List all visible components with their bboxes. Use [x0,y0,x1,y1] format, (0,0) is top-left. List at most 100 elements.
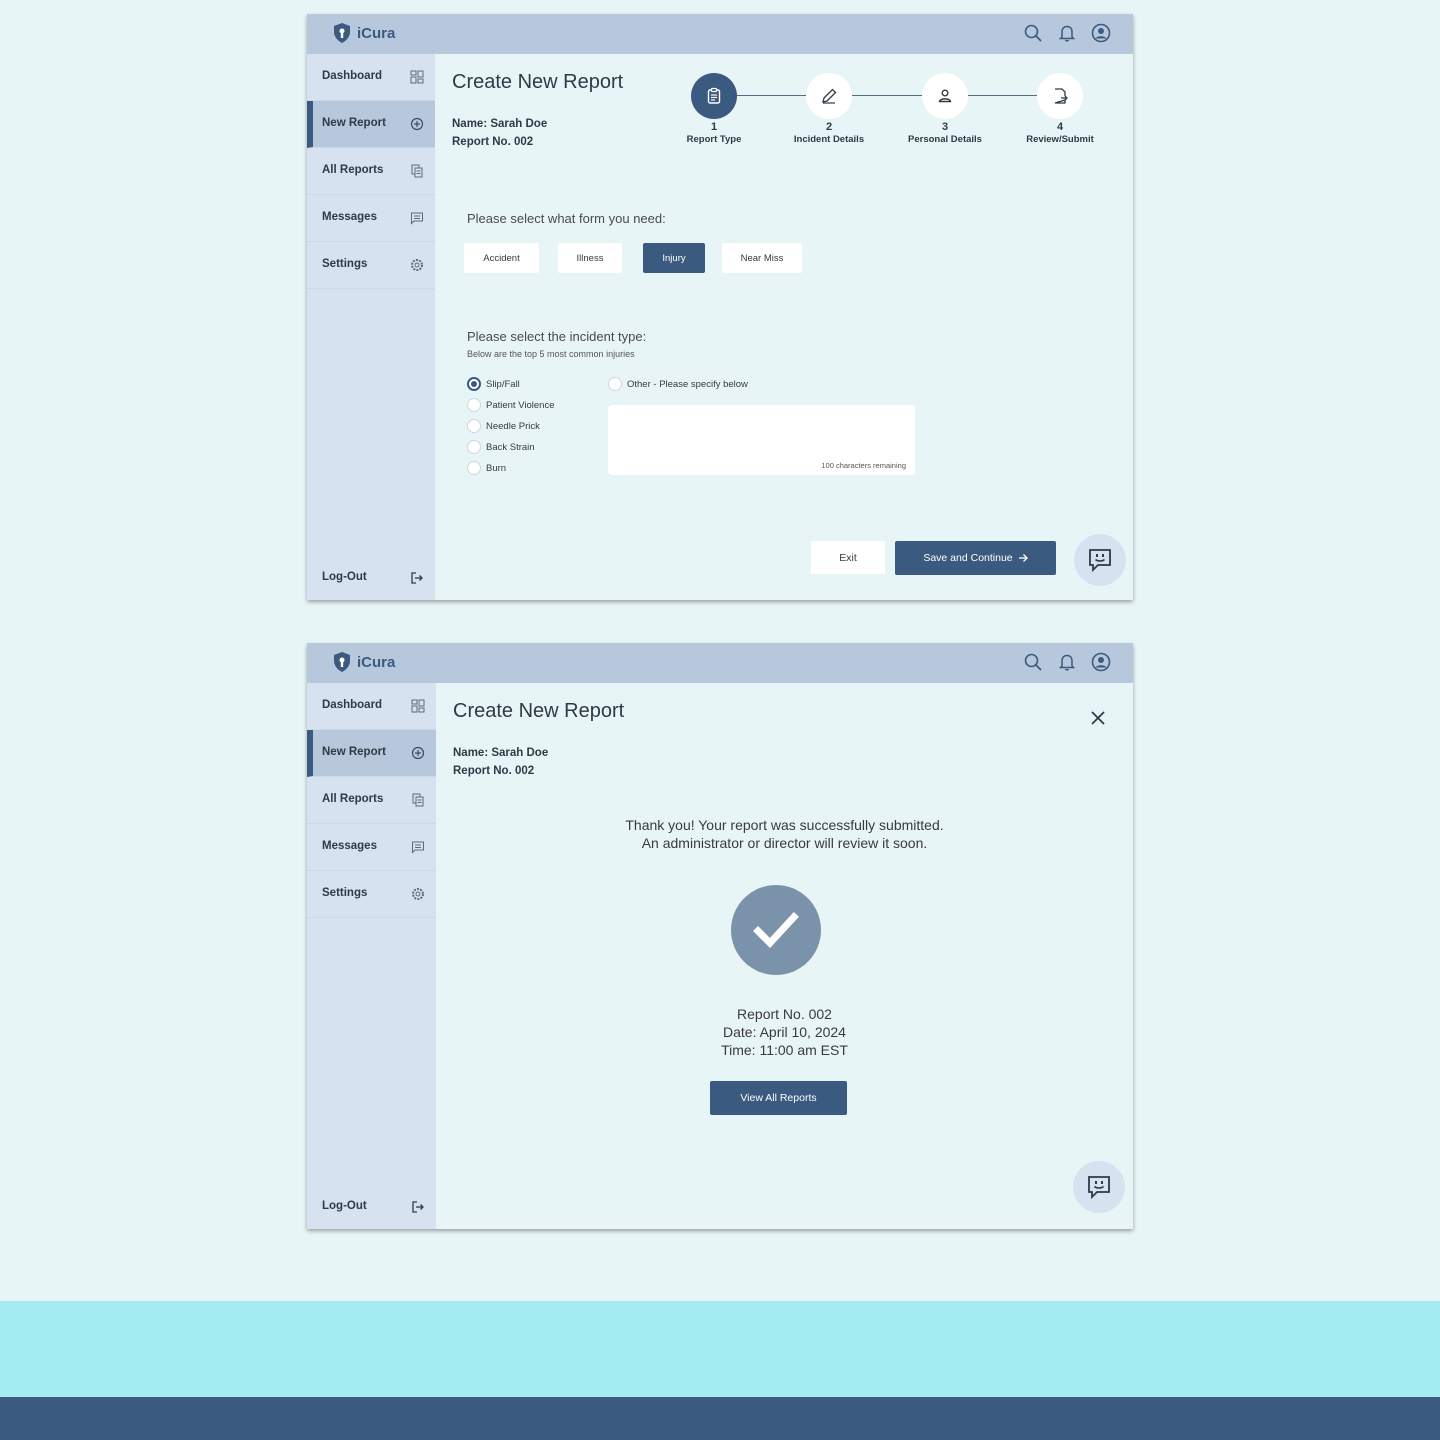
plus-circle-icon [410,117,424,131]
incident-type-question: Please select the incident type: [467,329,647,344]
radio-button[interactable] [467,377,481,391]
logout-label: Log-Out [322,571,367,583]
other-specify-textarea[interactable]: 100 characters remaining [608,405,915,475]
form-option-accident[interactable]: Accident [464,243,539,273]
form-option-illness[interactable]: Illness [558,243,622,273]
step-report-type[interactable]: 1 Report Type [664,73,764,145]
dashboard-icon [410,70,424,84]
radio-slip-fall[interactable]: Slip/Fall [467,377,520,391]
arrow-right-icon [1018,554,1028,562]
clipboard-icon [707,87,721,104]
bell-icon[interactable] [1057,23,1077,43]
sidebar-item-new-report[interactable]: New Report [307,730,436,777]
logout-icon [410,571,424,585]
exit-button[interactable]: Exit [811,541,885,574]
step-review-submit[interactable]: 4 Review/Submit [1010,73,1110,145]
step-label: Incident Details [793,134,865,145]
radio-label: Patient Violence [486,399,555,411]
logout-button[interactable]: Log-Out [307,1185,436,1229]
radio-button[interactable] [467,419,481,433]
reporter-name: Name: Sarah Doe [453,747,549,759]
app-name: iCura [357,653,396,671]
success-line-2: An administrator or director will review… [641,835,928,851]
chat-support-button[interactable] [1073,1161,1125,1213]
sidebar-item-dashboard[interactable]: Dashboard [307,683,436,730]
radio-patient-violence[interactable]: Patient Violence [467,398,555,412]
top-bar: iCura [307,643,1133,683]
success-message: Thank you! Your report was successfully … [436,816,1133,852]
bell-icon[interactable] [1057,652,1077,672]
footer-band [0,1397,1440,1440]
search-icon[interactable] [1023,23,1043,43]
report-meta: Name: Sarah Doe Report No. 002 [452,115,547,151]
character-count: 100 characters remaining [821,461,906,470]
app-logo[interactable]: iCura [332,651,395,673]
sidebar-item-label: Settings [322,258,368,270]
radio-needle-prick[interactable]: Needle Prick [467,419,540,433]
step-number: 4 [1056,121,1064,133]
chat-support-button[interactable] [1074,534,1126,586]
step-number: 2 [825,121,833,133]
sidebar-item-dashboard[interactable]: Dashboard [307,54,435,101]
sidebar-item-label: Messages [322,211,377,223]
documents-icon [410,164,424,178]
step-circle [1037,73,1083,119]
sidebar-item-messages[interactable]: Messages [307,824,436,871]
page-title: Create New Report [453,700,625,722]
step-personal-details[interactable]: 3 Personal Details [895,73,995,145]
sidebar-item-all-reports[interactable]: All Reports [307,148,435,195]
app-name: iCura [357,24,396,42]
sidebar-item-label: Settings [322,887,368,899]
step-incident-details[interactable]: 2 Incident Details [779,73,879,145]
radio-burn[interactable]: Burn [467,461,506,475]
pencil-icon [822,88,837,104]
incident-type-note: Below are the top 5 most common injuries [467,349,635,359]
report-number: Report No. 002 [452,136,534,148]
radio-label: Burn [486,462,507,474]
sidebar-item-messages[interactable]: Messages [307,195,435,242]
sidebar-item-label: All Reports [322,164,384,176]
report-submitted-screen: iCura Dashboard New Report All Reports M… [307,643,1133,1229]
profile-icon[interactable] [1091,23,1111,43]
sidebar-item-label: All Reports [322,793,384,805]
decorative-band [0,1301,1440,1397]
radio-button[interactable] [467,440,481,454]
view-all-reports-button[interactable]: View All Reports [710,1081,847,1115]
save-and-continue-button[interactable]: Save and Continue [895,541,1056,575]
close-icon[interactable] [1090,710,1106,726]
sidebar-item-new-report[interactable]: New Report [307,101,435,148]
search-icon[interactable] [1023,652,1043,672]
shield-logo-icon [334,652,350,672]
gear-icon [410,258,424,272]
logout-label: Log-Out [322,1200,367,1212]
step-label: Review/Submit [1026,134,1094,145]
document-export-icon [1054,88,1068,104]
sidebar-item-settings[interactable]: Settings [307,871,436,918]
profile-icon[interactable] [1091,652,1111,672]
radio-back-strain[interactable]: Back Strain [467,440,535,454]
chat-bot-icon [1089,549,1111,573]
person-icon [938,89,952,103]
report-meta: Name: Sarah Doe Report No. 002 [453,744,548,780]
radio-other[interactable]: Other - Please specify below [608,377,748,391]
success-check-icon [731,885,821,975]
step-circle [806,73,852,119]
step-label: Personal Details [908,134,982,145]
chat-bot-icon [1088,1176,1110,1200]
radio-button[interactable] [608,377,622,391]
radio-button[interactable] [467,461,481,475]
sidebar-item-label: Dashboard [322,699,383,711]
form-type-question: Please select what form you need: [467,211,666,226]
sidebar-item-all-reports[interactable]: All Reports [307,777,436,824]
gear-icon [411,887,425,901]
logout-icon [411,1200,425,1214]
radio-label: Needle Prick [486,420,540,432]
app-logo[interactable]: iCura [332,22,395,44]
radio-button[interactable] [467,398,481,412]
success-line-1: Thank you! Your report was successfully … [625,817,944,833]
submission-details: Report No. 002 Date: April 10, 2024 Time… [436,1005,1133,1059]
form-option-near-miss[interactable]: Near Miss [722,243,802,273]
sidebar-item-settings[interactable]: Settings [307,242,435,289]
form-option-injury[interactable]: Injury [643,243,705,273]
logout-button[interactable]: Log-Out [307,556,435,600]
